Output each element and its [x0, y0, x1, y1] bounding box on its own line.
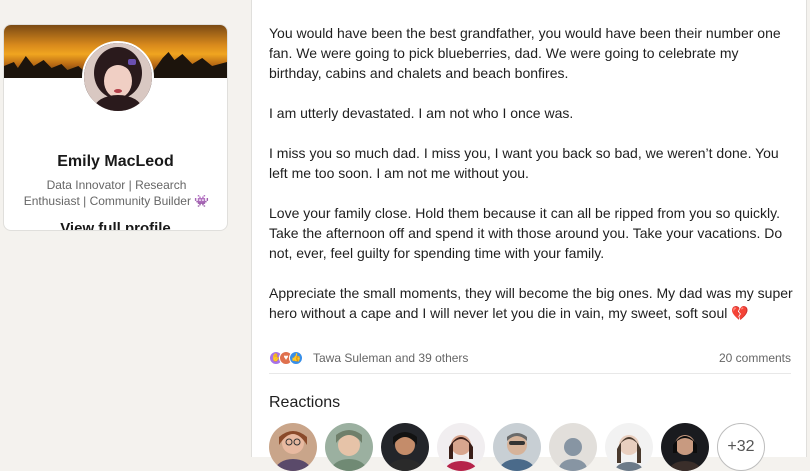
post-paragraph-5: Appreciate the small moments, they will …: [269, 285, 793, 321]
profile-headline: Data Innovator | Research Enthusiast | C…: [16, 177, 217, 209]
reactor-avatar[interactable]: [269, 423, 317, 471]
reactor-avatar[interactable]: [605, 423, 653, 471]
like-icon: 👍: [289, 351, 303, 365]
view-full-profile-link[interactable]: View full profile: [4, 220, 227, 230]
social-counts-bar: ✋ ♥ 👍 Tawa Suleman and 39 others 20 comm…: [269, 349, 791, 367]
headline-line-1: Data Innovator | Research: [46, 178, 187, 192]
alien-monster-icon: 👾: [194, 194, 210, 208]
reactions-heading: Reactions: [269, 394, 341, 411]
reactor-avatar[interactable]: [493, 423, 541, 471]
reactor-avatar[interactable]: [437, 423, 485, 471]
profile-card: Emily MacLeod Data Innovator | Research …: [3, 24, 228, 231]
reaction-icons[interactable]: ✋ ♥ 👍: [269, 350, 309, 366]
post-paragraph-3: I miss you so much dad. I miss you, I wa…: [269, 145, 779, 181]
more-reactors-button[interactable]: +32: [717, 423, 765, 471]
divider: [269, 373, 791, 374]
reactor-avatar[interactable]: [661, 423, 709, 471]
post-paragraph-1: You would have been the best grandfather…: [269, 25, 781, 81]
comments-count-link[interactable]: 20 comments: [719, 351, 791, 365]
reactor-avatar-placeholder[interactable]: [549, 423, 597, 471]
reactor-avatars: +32: [269, 423, 799, 471]
profile-name[interactable]: Emily MacLeod: [4, 153, 227, 171]
post-paragraph-2: I am utterly devastated. I am not who I …: [269, 105, 574, 121]
post-paragraph-4: Love your family close. Hold them becaus…: [269, 205, 783, 261]
reactor-avatar[interactable]: [325, 423, 373, 471]
post-detail: You would have been the best grandfather…: [251, 0, 807, 471]
reactor-avatar[interactable]: [381, 423, 429, 471]
avatar[interactable]: [82, 41, 154, 113]
reactions-count-link[interactable]: Tawa Suleman and 39 others: [313, 351, 468, 365]
headline-line-2: Enthusiast | Community Builder: [23, 194, 191, 208]
